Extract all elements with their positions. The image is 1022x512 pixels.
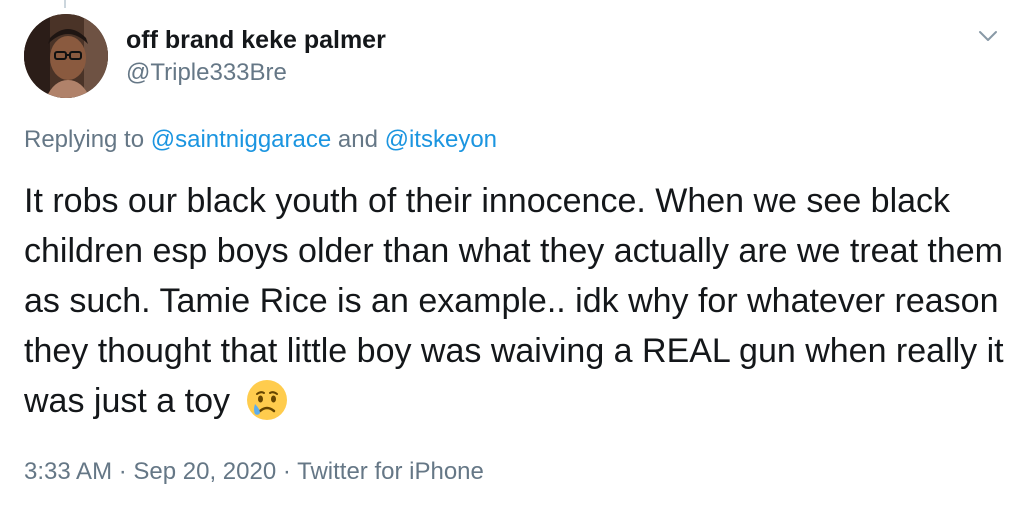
- crying-face-emoji: [245, 378, 289, 422]
- chevron-down-icon[interactable]: [976, 24, 1000, 48]
- meta-separator: ·: [282, 458, 291, 485]
- tweet-time[interactable]: 3:33 AM: [24, 458, 112, 485]
- tweet-card: off brand keke palmer @Triple333Bre Repl…: [0, 0, 1022, 512]
- avatar-image: [24, 14, 108, 98]
- replying-conjunction: and: [337, 126, 378, 153]
- tweet-text: It robs our black youth of their innocen…: [24, 176, 1004, 426]
- mention-link[interactable]: @itskeyon: [385, 126, 497, 153]
- thread-connector-line: [64, 0, 66, 8]
- author-info[interactable]: off brand keke palmer @Triple333Bre: [126, 24, 386, 88]
- display-name[interactable]: off brand keke palmer: [126, 24, 386, 56]
- tweet-date[interactable]: Sep 20, 2020: [133, 458, 276, 485]
- tweet-body: It robs our black youth of their innocen…: [24, 182, 1004, 420]
- tweet-metadata: 3:33 AM · Sep 20, 2020 · Twitter for iPh…: [24, 456, 484, 488]
- meta-separator: ·: [118, 458, 127, 485]
- replying-to: Replying to @saintniggarace and @itskeyo…: [24, 124, 497, 156]
- tweet-source[interactable]: Twitter for iPhone: [297, 458, 484, 485]
- user-handle[interactable]: @Triple333Bre: [126, 58, 386, 88]
- avatar[interactable]: [24, 14, 108, 98]
- mention-link[interactable]: @saintniggarace: [151, 126, 331, 153]
- replying-prefix: Replying to: [24, 126, 145, 153]
